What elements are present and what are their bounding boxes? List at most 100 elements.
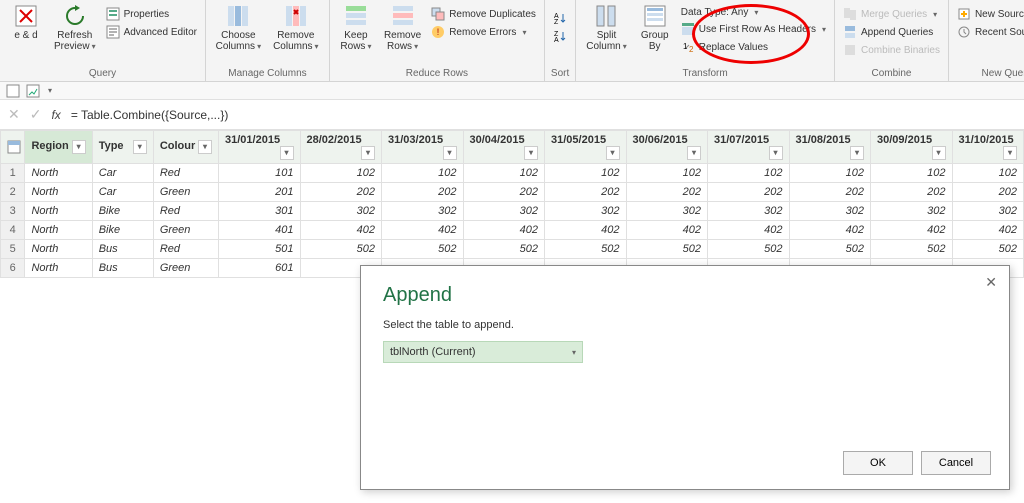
table-row[interactable]: 2NorthCarGreen20120220220220220220220220…	[1, 183, 1024, 202]
cell[interactable]: 102	[871, 164, 953, 183]
cell[interactable]: Green	[153, 221, 218, 240]
advanced-editor-button[interactable]: Advanced Editor	[104, 24, 199, 40]
filter-icon[interactable]: ▾	[606, 146, 620, 160]
sort-desc-button[interactable]: ZA	[551, 28, 569, 44]
cell[interactable]: 302	[463, 202, 545, 221]
cell[interactable]: North	[25, 164, 92, 183]
column-header[interactable]: 31/05/2015▾	[545, 131, 627, 164]
column-header[interactable]: 31/01/2015▾	[219, 131, 301, 164]
cell[interactable]: Bike	[92, 202, 153, 221]
cell[interactable]: 502	[545, 240, 627, 259]
cell[interactable]: 402	[300, 221, 382, 240]
cell[interactable]: 502	[626, 240, 708, 259]
filter-icon[interactable]: ▾	[133, 140, 147, 154]
filter-icon[interactable]: ▾	[280, 146, 294, 160]
cell[interactable]: 201	[219, 183, 301, 202]
column-header[interactable]: 30/06/2015▾	[626, 131, 708, 164]
append-queries-button[interactable]: Append Queries	[841, 24, 942, 40]
cell[interactable]: 302	[382, 202, 464, 221]
row-number[interactable]: 4	[1, 221, 25, 240]
first-row-headers-button[interactable]: Use First Row As Headers▾	[679, 21, 828, 37]
remove-errors-button[interactable]: !Remove Errors▾	[429, 24, 538, 40]
cell[interactable]: North	[25, 202, 92, 221]
keep-rows-button[interactable]: Keep Rows▾	[336, 2, 376, 54]
cell[interactable]: 402	[708, 221, 790, 240]
filter-icon[interactable]: ▾	[1003, 146, 1017, 160]
close-load-button[interactable]: e & d	[6, 2, 46, 43]
qat-icon-1[interactable]	[6, 84, 20, 98]
row-number[interactable]: 5	[1, 240, 25, 259]
remove-rows-button[interactable]: Remove Rows▾	[380, 2, 425, 54]
formula-commit-icon[interactable]: ✓	[30, 106, 42, 123]
ok-button[interactable]: OK	[843, 451, 913, 475]
cell[interactable]: 102	[382, 164, 464, 183]
cell[interactable]: North	[25, 240, 92, 259]
cell[interactable]: North	[25, 183, 92, 202]
cell[interactable]: 402	[382, 221, 464, 240]
cell[interactable]: Red	[153, 240, 218, 259]
cell[interactable]: Car	[92, 183, 153, 202]
filter-icon[interactable]: ▾	[198, 140, 212, 154]
cell[interactable]: Green	[153, 183, 218, 202]
remove-duplicates-button[interactable]: Remove Duplicates	[429, 6, 538, 22]
cell[interactable]: 502	[463, 240, 545, 259]
cell[interactable]: 301	[219, 202, 301, 221]
cell[interactable]: 102	[708, 164, 790, 183]
filter-icon[interactable]: ▾	[769, 146, 783, 160]
cell[interactable]: 401	[219, 221, 301, 240]
data-grid[interactable]: Region▾Type▾Colour▾31/01/2015▾28/02/2015…	[0, 130, 1024, 278]
column-header[interactable]: 31/07/2015▾	[708, 131, 790, 164]
cell[interactable]: North	[25, 221, 92, 240]
cell[interactable]: 101	[219, 164, 301, 183]
cell[interactable]: 202	[789, 183, 871, 202]
column-header[interactable]: Colour▾	[153, 131, 218, 164]
row-number[interactable]: 1	[1, 164, 25, 183]
formula-text[interactable]: = Table.Combine({Source,...})	[71, 108, 229, 122]
cell[interactable]: 202	[708, 183, 790, 202]
row-number[interactable]: 3	[1, 202, 25, 221]
cell[interactable]: Car	[92, 164, 153, 183]
filter-icon[interactable]: ▾	[932, 146, 946, 160]
cell[interactable]: Green	[153, 259, 218, 278]
cell[interactable]: 501	[219, 240, 301, 259]
table-row[interactable]: 4NorthBikeGreen4014024024024024024024024…	[1, 221, 1024, 240]
cell[interactable]: 402	[545, 221, 627, 240]
cell[interactable]: 202	[463, 183, 545, 202]
cell[interactable]: 402	[463, 221, 545, 240]
recent-sources-button[interactable]: Recent Sources▾	[955, 24, 1024, 40]
refresh-preview-button[interactable]: Refresh Preview▾	[50, 2, 100, 54]
column-header[interactable]: 30/09/2015▾	[871, 131, 953, 164]
cell[interactable]: 302	[871, 202, 953, 221]
cell[interactable]: 102	[789, 164, 871, 183]
qat-more-icon[interactable]: ▾	[48, 86, 52, 95]
split-column-button[interactable]: Split Column▾	[582, 2, 630, 54]
filter-icon[interactable]: ▾	[72, 140, 86, 154]
cell[interactable]: 502	[382, 240, 464, 259]
cell[interactable]: 502	[789, 240, 871, 259]
cell[interactable]: 102	[463, 164, 545, 183]
cell[interactable]: Bus	[92, 240, 153, 259]
formula-cancel-icon[interactable]: ✕	[8, 106, 20, 123]
cell[interactable]: 102	[626, 164, 708, 183]
append-table-select[interactable]: tblNorth (Current) ▾	[383, 341, 583, 363]
close-icon[interactable]: ✕	[985, 274, 997, 291]
sort-asc-button[interactable]: AZ	[551, 10, 569, 26]
cell[interactable]: 302	[708, 202, 790, 221]
table-corner[interactable]	[1, 131, 25, 164]
cell[interactable]: 502	[300, 240, 382, 259]
cell[interactable]: 302	[789, 202, 871, 221]
cell[interactable]: 402	[871, 221, 953, 240]
group-by-button[interactable]: Group By	[635, 2, 675, 54]
cell[interactable]: 102	[545, 164, 627, 183]
column-header[interactable]: 31/03/2015▾	[382, 131, 464, 164]
remove-columns-button[interactable]: Remove Columns▾	[269, 2, 323, 54]
filter-icon[interactable]: ▾	[524, 146, 538, 160]
cell[interactable]: 302	[626, 202, 708, 221]
cell[interactable]: 202	[545, 183, 627, 202]
cell[interactable]: 402	[789, 221, 871, 240]
cell[interactable]: 102	[952, 164, 1023, 183]
cell[interactable]: Red	[153, 202, 218, 221]
column-header[interactable]: 31/10/2015▾	[952, 131, 1023, 164]
cell[interactable]: 202	[300, 183, 382, 202]
cell[interactable]: North	[25, 259, 92, 278]
